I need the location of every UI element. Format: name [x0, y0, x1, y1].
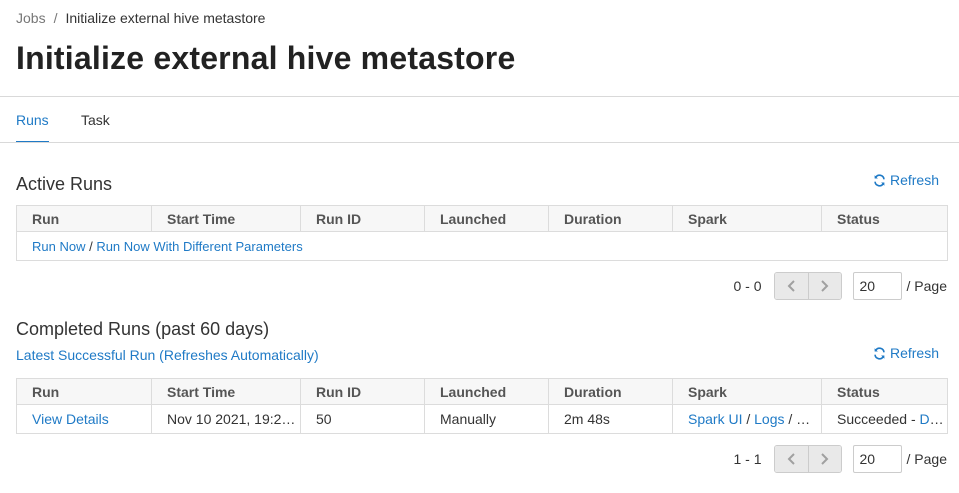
pager-range: 0 - 0	[733, 278, 762, 294]
spark-ui-link[interactable]: Spark UI	[688, 411, 742, 427]
refresh-label: Refresh	[889, 172, 939, 188]
completed-runs-title: Completed Runs (past 60 days)	[16, 319, 270, 339]
chevron-right-icon	[821, 453, 829, 465]
breadcrumb-current: Initialize external hive metastore	[65, 10, 266, 26]
breadcrumb: Jobs / Initialize external hive metastore	[16, 10, 265, 26]
run-cell: View Details	[16, 404, 152, 434]
column-header-run[interactable]: Run	[16, 378, 152, 405]
column-header-duration[interactable]: Duration	[548, 205, 673, 232]
tab-runs-label: Runs	[16, 112, 49, 128]
column-header-spark[interactable]: Spark	[672, 378, 822, 405]
completed-runs-table: Run Start Time Run ID Launched Duration …	[16, 378, 948, 434]
per-page-label: / Page	[906, 278, 947, 294]
table-row: View Details Nov 10 2021, 19:27:45 50 Ma…	[16, 404, 948, 434]
page-title: Initialize external hive metastore	[16, 40, 516, 76]
column-header-start-time[interactable]: Start Time	[151, 378, 301, 405]
column-header-run[interactable]: Run	[16, 205, 152, 232]
breadcrumb-jobs-link[interactable]: Jobs	[16, 10, 46, 26]
chevron-right-icon	[821, 280, 829, 292]
column-header-status[interactable]: Status	[821, 205, 948, 232]
table-header-row: Run Start Time Run ID Launched Duration …	[16, 378, 948, 405]
completed-runs-pager: 1 - 1 / Page	[733, 445, 947, 473]
completed-runs-refresh-button[interactable]: Refresh	[873, 345, 939, 361]
latest-successful-run-link[interactable]: Latest Successful Run (Refreshes Automat…	[16, 347, 319, 363]
logs-link[interactable]: Logs	[754, 411, 784, 427]
column-header-duration[interactable]: Duration	[548, 378, 673, 405]
pager-buttons	[773, 445, 842, 473]
header-divider	[0, 96, 959, 97]
view-details-link[interactable]: View Details	[32, 411, 109, 427]
launched-cell: Manually	[424, 404, 549, 434]
table-header-row: Run Start Time Run ID Launched Duration …	[16, 205, 948, 232]
pager-buttons	[773, 272, 842, 300]
pager-next-button[interactable]	[807, 273, 841, 299]
column-header-status[interactable]: Status	[821, 378, 948, 405]
pager-prev-button[interactable]	[774, 273, 808, 299]
column-header-launched[interactable]: Launched	[424, 205, 549, 232]
column-header-run-id[interactable]: Run ID	[300, 378, 425, 405]
active-runs-table: Run Start Time Run ID Launched Duration …	[16, 205, 948, 261]
spark-separator: /	[742, 411, 755, 427]
page-size-input[interactable]	[852, 445, 902, 473]
start-time-cell: Nov 10 2021, 19:27:45	[151, 404, 301, 434]
page-size-input[interactable]	[852, 272, 902, 300]
column-header-spark[interactable]: Spark	[672, 205, 822, 232]
pager-prev-button[interactable]	[774, 446, 808, 472]
status-cell: Succeeded - Details	[821, 404, 948, 434]
refresh-icon	[874, 346, 885, 360]
status-text: Succeeded -	[837, 411, 920, 427]
tabs-divider	[0, 142, 959, 143]
run-id-cell: 50	[300, 404, 425, 434]
pager-next-button[interactable]	[807, 446, 841, 472]
run-actions-cell: Run Now / Run Now With Different Paramet…	[16, 231, 948, 261]
status-details-link[interactable]: Details	[920, 411, 947, 427]
active-runs-pager: 0 - 0 / Page	[733, 272, 947, 300]
run-actions-separator: /	[85, 238, 97, 254]
spark-cell: Spark UI / Logs / Metrics	[672, 404, 822, 434]
table-row: Run Now / Run Now With Different Paramet…	[16, 231, 948, 261]
column-header-start-time[interactable]: Start Time	[151, 205, 301, 232]
column-header-run-id[interactable]: Run ID	[300, 205, 425, 232]
pager-range: 1 - 1	[733, 451, 762, 467]
duration-cell: 2m 48s	[548, 404, 673, 434]
spark-separator: /	[784, 411, 797, 427]
column-header-launched[interactable]: Launched	[424, 378, 549, 405]
per-page-label: / Page	[906, 451, 947, 467]
chevron-left-icon	[787, 280, 795, 292]
tab-task[interactable]: Task	[81, 112, 110, 142]
tab-runs[interactable]: Runs	[16, 112, 49, 143]
active-runs-title: Active Runs	[16, 174, 113, 194]
chevron-left-icon	[787, 453, 795, 465]
refresh-label: Refresh	[889, 345, 939, 361]
breadcrumb-separator: /	[53, 10, 58, 26]
run-now-with-parameters-link[interactable]: Run Now With Different Parameters	[96, 239, 302, 254]
run-now-link[interactable]: Run Now	[32, 239, 85, 254]
active-runs-refresh-button[interactable]: Refresh	[873, 172, 939, 188]
tab-task-label: Task	[81, 112, 110, 128]
refresh-icon	[874, 173, 885, 187]
